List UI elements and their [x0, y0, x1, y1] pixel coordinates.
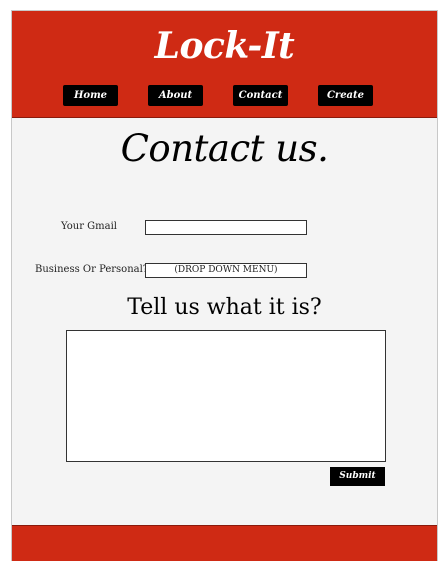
message-title: Tell us what it is?	[127, 295, 322, 320]
nav-create-button[interactable]: Create	[318, 85, 373, 106]
page-title: Contact us.	[120, 127, 329, 170]
type-label: Business Or Personal?	[35, 264, 149, 275]
type-dropdown[interactable]: (DROP DOWN MENU)	[145, 263, 307, 278]
site-footer	[12, 525, 437, 561]
main-nav: Home About Contact Create	[12, 85, 437, 107]
site-logo[interactable]: Lock-It	[12, 25, 437, 67]
nav-about-button[interactable]: About	[148, 85, 203, 106]
message-textarea[interactable]	[66, 330, 386, 462]
email-field[interactable]	[145, 220, 307, 235]
page-frame: Lock-It Home About Contact Create Contac…	[11, 10, 438, 561]
submit-button[interactable]: Submit	[330, 467, 385, 486]
site-header: Lock-It Home About Contact Create	[12, 11, 437, 118]
email-label: Your Gmail	[61, 221, 117, 232]
nav-home-button[interactable]: Home	[63, 85, 118, 106]
nav-contact-button[interactable]: Contact	[233, 85, 288, 106]
